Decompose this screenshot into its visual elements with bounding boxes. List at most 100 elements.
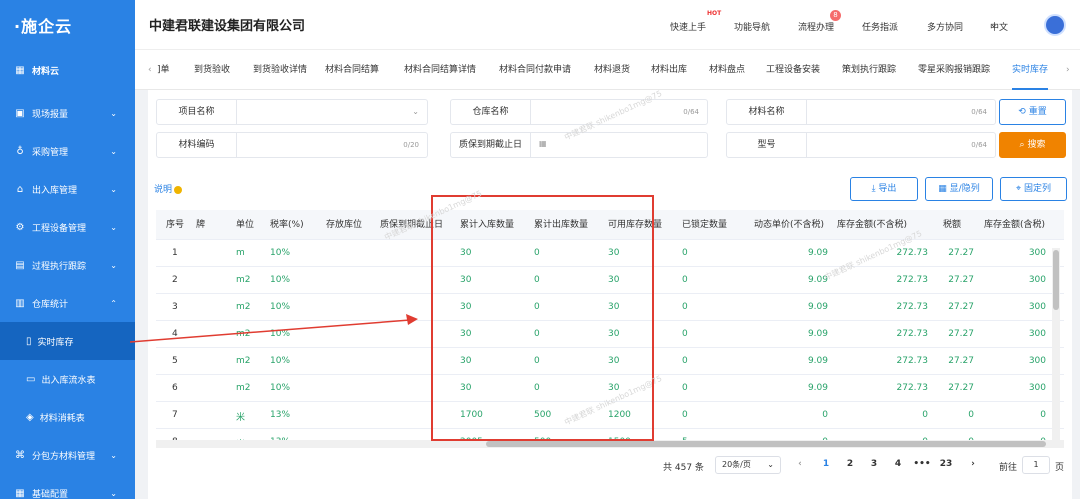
project-label: 项目名称 xyxy=(157,100,237,124)
tab-item[interactable]: 材料合同结算详情 xyxy=(404,50,476,90)
page-number[interactable]: 2 xyxy=(841,455,859,473)
page-number[interactable]: 3 xyxy=(865,455,883,473)
tab-item[interactable]: ]单 xyxy=(157,50,170,90)
collab-link[interactable]: 多方协同 xyxy=(927,20,963,33)
model-count: 0/64 xyxy=(971,141,987,149)
stats-icon: ▥ xyxy=(15,297,25,309)
warehouse-field[interactable]: 仓库名称 0/64 xyxy=(450,99,708,125)
table-cell: 0 xyxy=(682,248,688,258)
sidebar-item-track[interactable]: ▤ 过程执行跟踪 ⌄ xyxy=(0,246,135,284)
table-cell: 0 xyxy=(1040,410,1046,420)
goto-page-input[interactable]: 1 xyxy=(1022,456,1050,474)
sidebar-sub-consumption[interactable]: ◈ 材料消耗表 xyxy=(0,398,135,436)
material-count: 0/64 xyxy=(971,108,987,116)
flow-icon: ▭ xyxy=(26,373,36,385)
tab-item[interactable]: 工程设备安装 xyxy=(766,50,820,90)
page-number[interactable]: 23 xyxy=(937,455,955,473)
export-label: 导出 xyxy=(878,184,897,194)
tab-realtime-stock[interactable]: 实时库存 xyxy=(1012,50,1049,90)
export-button[interactable]: ⤓ 导出 xyxy=(850,177,918,201)
table-cell: 272.73 xyxy=(896,329,929,339)
tab-item[interactable]: 材料合同结算 xyxy=(325,50,379,90)
sidebar-sub-label: 出入库流水表 xyxy=(41,375,96,386)
sidebar-item-label: 基础配置 xyxy=(32,489,69,499)
tab-item[interactable]: 材料出库 xyxy=(651,50,687,90)
quick-start-link[interactable]: 快速上手 xyxy=(670,20,706,33)
flow-link[interactable]: 流程办理 xyxy=(798,20,834,33)
next-page-icon[interactable]: › xyxy=(964,455,982,473)
func-nav-link[interactable]: 功能导航 xyxy=(734,20,770,33)
table-cell: 0 xyxy=(682,275,688,285)
tab-scroll-right-icon[interactable]: › xyxy=(1066,50,1070,90)
table-cell: 0 xyxy=(682,356,688,366)
highlight-box xyxy=(431,195,654,441)
tab-item[interactable]: 材料盘点 xyxy=(709,50,745,90)
scroll-thumb[interactable] xyxy=(1053,250,1059,310)
language-select[interactable]: 中文 ⌄ xyxy=(990,20,1008,33)
task-link[interactable]: 任务指派 xyxy=(862,20,898,33)
table-cell: 10% xyxy=(270,248,291,258)
page-size-select[interactable]: 20条/页 ⌄ xyxy=(715,456,781,474)
tab-item[interactable]: 到货验收 xyxy=(194,50,230,90)
table-cell: 0 xyxy=(682,383,688,393)
search-icon: ⌕ xyxy=(1019,140,1025,150)
table-cell: 9.09 xyxy=(807,356,828,366)
col-header: 税额 xyxy=(943,220,962,230)
page-ellipsis[interactable]: ••• xyxy=(913,455,931,473)
tab-item[interactable]: 材料合同付款申请 xyxy=(499,50,571,90)
sidebar-item-subcontractor[interactable]: ⌘ 分包方材料管理 ⌄ xyxy=(0,436,135,474)
explain-link[interactable]: 说明 xyxy=(154,182,183,195)
fixed-columns-button[interactable]: ⌖ 固定列 xyxy=(1000,177,1067,201)
prev-page-icon[interactable]: ‹ xyxy=(791,455,809,473)
goto-label: 前往 xyxy=(999,463,1018,473)
show-hide-columns-button[interactable]: ▦ 显/隐列 xyxy=(925,177,993,201)
document-icon: ▯ xyxy=(26,335,32,347)
sidebar-item-label: 仓库统计 xyxy=(32,299,69,310)
sidebar-sub-label: 材料消耗表 xyxy=(39,413,85,424)
horizontal-scrollbar[interactable] xyxy=(156,440,1064,448)
model-field[interactable]: 型号 0/64 xyxy=(726,132,996,158)
sidebar-item-label: 采购管理 xyxy=(32,147,69,158)
table-cell: 1 xyxy=(172,248,178,258)
sidebar-item-report[interactable]: ▣ 现场报量 ⌄ xyxy=(0,94,135,132)
vertical-scrollbar[interactable] xyxy=(1052,248,1060,448)
reset-label: 重置 xyxy=(1028,107,1047,117)
table-cell: 27.27 xyxy=(948,302,974,312)
sidebar-sub-io-flow[interactable]: ▭ 出入库流水表 xyxy=(0,360,135,398)
tab-item[interactable]: 到货验收详情 xyxy=(253,50,307,90)
tab-item[interactable]: 材料退货 xyxy=(594,50,630,90)
table-cell: 10% xyxy=(270,383,291,393)
tab-item[interactable]: 策划执行跟踪 xyxy=(842,50,896,90)
avatar[interactable] xyxy=(1044,14,1066,36)
table-cell: 300 xyxy=(1028,302,1046,312)
reset-button[interactable]: ⟲ 重置 xyxy=(999,99,1066,125)
page-number[interactable]: 4 xyxy=(889,455,907,473)
scroll-thumb[interactable] xyxy=(486,441,1046,447)
sidebar-item-warehouse-io[interactable]: ⌂ 出入库管理 ⌄ xyxy=(0,170,135,208)
sidebar-item-material-cloud[interactable]: ▦ 材料云 xyxy=(0,50,135,90)
col-header: 序号 xyxy=(166,220,185,230)
tab-item[interactable]: 零星采购报销跟踪 xyxy=(918,50,990,90)
sidebar-top-label: 材料云 xyxy=(32,66,60,77)
code-field[interactable]: 材料编码 0/20 xyxy=(156,132,428,158)
sidebar-sub-label: 实时库存 xyxy=(37,337,74,348)
page-unit-label: 页 xyxy=(1055,463,1065,473)
sidebar-item-stats[interactable]: ▥ 仓库统计 ⌃ xyxy=(0,284,135,322)
sidebar-sub-realtime-stock[interactable]: ▯ 实时库存 xyxy=(0,322,135,360)
total-count: 共 457 条 xyxy=(663,463,704,473)
chevron-down-icon: ⌄ xyxy=(110,260,117,270)
sidebar-item-equipment[interactable]: ⚙ 工程设备管理 ⌄ xyxy=(0,208,135,246)
config-icon: ▦ xyxy=(15,487,25,499)
warehouse-label: 仓库名称 xyxy=(451,100,531,124)
code-label: 材料编码 xyxy=(157,133,237,157)
tab-scroll-left-icon[interactable]: ‹ xyxy=(148,50,152,90)
page-number[interactable]: 1 xyxy=(817,455,835,473)
table-cell: m2 xyxy=(236,383,251,393)
project-field[interactable]: 项目名称 ⌄ xyxy=(156,99,428,125)
table-cell: 300 xyxy=(1028,329,1046,339)
chevron-down-icon: ⌄ xyxy=(110,450,117,460)
sidebar-item-purchase[interactable]: ♁ 采购管理 ⌄ xyxy=(0,132,135,170)
search-button[interactable]: ⌕ 搜索 xyxy=(999,132,1066,158)
material-field[interactable]: 材料名称 0/64 xyxy=(726,99,996,125)
sidebar-item-base-config[interactable]: ▦ 基础配置 ⌄ xyxy=(0,474,135,499)
